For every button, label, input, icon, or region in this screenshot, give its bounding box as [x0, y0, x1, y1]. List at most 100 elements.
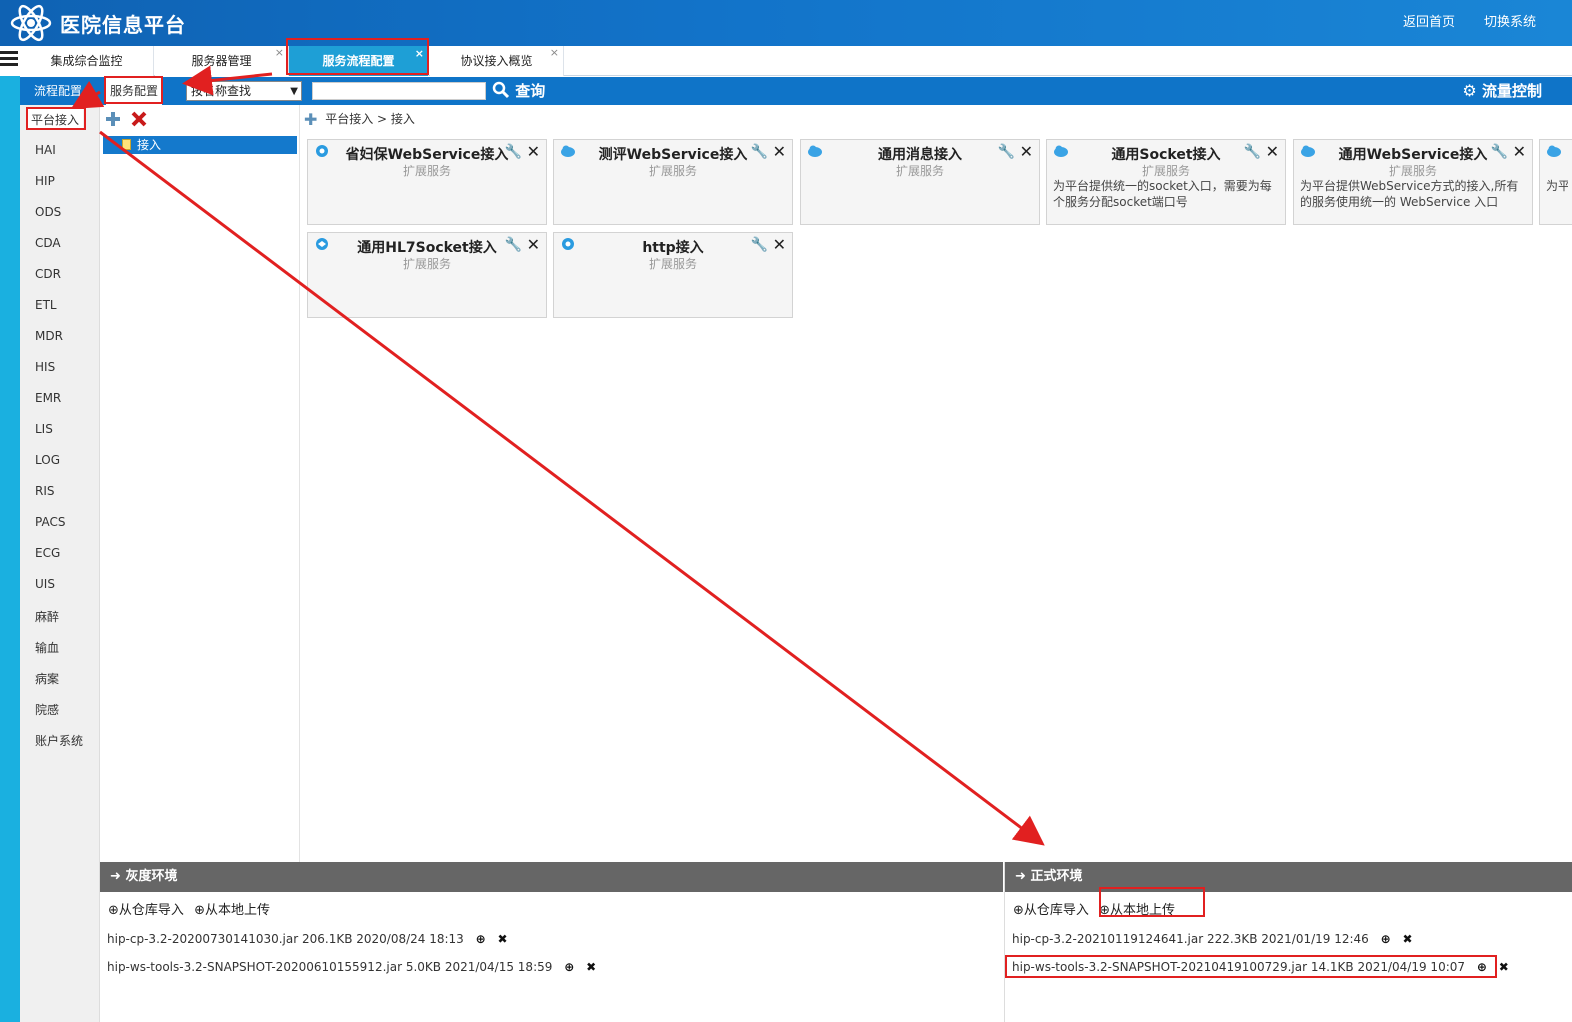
- sidebar-item-platform-access[interactable]: 平台接入: [27, 109, 84, 130]
- tab-server-management[interactable]: 服务器管理 ×: [155, 46, 289, 76]
- query-button[interactable]: 查询: [492, 79, 545, 103]
- tab-bar: 集成综合监控 服务器管理 × 服务流程配置 × 协议接入概览 ×: [20, 46, 1572, 76]
- service-card[interactable]: 通用WebService接入 扩展服务 为平台提供WebService方式的接入…: [1293, 139, 1533, 225]
- sidebar-item-cdr[interactable]: CDR: [35, 267, 61, 281]
- sidebar-item-medical-record[interactable]: 病案: [35, 670, 59, 687]
- card-subtitle: 扩展服务: [402, 164, 451, 178]
- sidebar-item-ods[interactable]: ODS: [35, 205, 61, 219]
- close-icon[interactable]: ✕: [773, 235, 786, 254]
- tab-flow-config[interactable]: 流程配置: [30, 77, 86, 105]
- wrench-icon[interactable]: 🔧: [505, 144, 522, 160]
- menu-icon[interactable]: [0, 48, 18, 70]
- sidebar-item-infection[interactable]: 院感: [35, 701, 59, 718]
- service-card[interactable]: 通用消息接入 扩展服务 🔧 ✕: [800, 139, 1040, 225]
- wrench-icon[interactable]: 🔧: [505, 237, 522, 253]
- wrench-icon[interactable]: 🔧: [1491, 144, 1508, 160]
- file-row: hip-ws-tools-3.2-SNAPSHOT-20210419100729…: [1012, 960, 1509, 974]
- gray-env-title: 灰度环境: [125, 869, 178, 884]
- add-icon[interactable]: ✚: [304, 110, 317, 129]
- service-card[interactable]: 省妇保WebService接入 扩展服务 🔧 ✕: [307, 139, 547, 225]
- wrench-icon[interactable]: 🔧: [998, 144, 1015, 160]
- wrench-icon[interactable]: 🔧: [1244, 144, 1261, 160]
- sidebar-item-account-system[interactable]: 账户系统: [35, 732, 83, 749]
- sidebar-item-emr[interactable]: EMR: [35, 391, 61, 405]
- add-icon[interactable]: [105, 111, 121, 127]
- sidebar-item-transfusion[interactable]: 输血: [35, 639, 59, 656]
- card-subtitle: 扩展服务: [1388, 164, 1437, 178]
- file-info: hip-ws-tools-3.2-SNAPSHOT-20200610155912…: [107, 960, 553, 974]
- flow-control-label: 流量控制: [1481, 82, 1542, 100]
- sidebar-item-hip[interactable]: HIP: [35, 174, 55, 188]
- close-icon[interactable]: ×: [275, 38, 284, 68]
- service-card-partial[interactable]: 为平: [1539, 139, 1572, 225]
- wrench-icon[interactable]: 🔧: [751, 144, 768, 160]
- switch-system-link[interactable]: 切换系统: [1484, 11, 1536, 30]
- service-card[interactable]: http接入 扩展服务 🔧 ✕: [553, 232, 793, 318]
- close-icon[interactable]: ✕: [1266, 142, 1279, 161]
- sidebar-item-log[interactable]: LOG: [35, 453, 60, 467]
- close-icon[interactable]: ✕: [773, 142, 786, 161]
- upload-local-button[interactable]: ⊕从本地上传: [194, 903, 270, 918]
- service-card[interactable]: 测评WebService接入 扩展服务 🔧 ✕: [553, 139, 793, 225]
- sidebar-item-anesthesia[interactable]: 麻醉: [35, 608, 59, 625]
- download-icon[interactable]: ⊕: [564, 960, 574, 974]
- sidebar-item-hai[interactable]: HAI: [35, 143, 56, 157]
- card-subtitle: 扩展服务: [402, 257, 451, 271]
- download-icon[interactable]: ⊕: [476, 932, 486, 946]
- tab-integration-monitor[interactable]: 集成综合监控: [20, 46, 154, 76]
- sidebar-item-uis[interactable]: UIS: [35, 577, 55, 591]
- close-icon[interactable]: ✕: [1020, 142, 1033, 161]
- query-label: 查询: [515, 82, 546, 100]
- close-icon[interactable]: ✕: [527, 142, 540, 161]
- file-row: hip-cp-3.2-20210119124641.jar 222.3KB 20…: [1012, 932, 1413, 946]
- sidebar-item-his[interactable]: HIS: [35, 360, 55, 374]
- sidebar-item-mdr[interactable]: MDR: [35, 329, 63, 343]
- tree-node-access[interactable]: 接入: [103, 136, 297, 154]
- sidebar-item-lis[interactable]: LIS: [35, 422, 53, 436]
- import-from-repo-button[interactable]: ⊕从仓库导入: [108, 903, 184, 918]
- sidebar-item-etl[interactable]: ETL: [35, 298, 57, 312]
- search-mode-select[interactable]: 按名称查找 ▼: [186, 81, 302, 101]
- gray-env-actions: ⊕从仓库导入 ⊕从本地上传: [108, 899, 270, 918]
- service-card[interactable]: 通用Socket接入 扩展服务 为平台提供统一的socket入口，需要为每个服务…: [1046, 139, 1286, 225]
- card-description: 为平: [1546, 179, 1568, 193]
- import-from-repo-button[interactable]: ⊕从仓库导入: [1013, 903, 1089, 918]
- flow-control-button[interactable]: ⚙ 流量控制: [1462, 79, 1542, 103]
- file-info: hip-cp-3.2-20200730141030.jar 206.1KB 20…: [107, 932, 464, 946]
- tree-node-label: 接入: [137, 138, 162, 152]
- home-link[interactable]: 返回首页: [1403, 11, 1455, 30]
- card-subtitle: 扩展服务: [648, 257, 697, 271]
- delete-icon[interactable]: ✖: [1403, 932, 1413, 946]
- close-icon[interactable]: ×: [415, 39, 424, 69]
- service-card[interactable]: 通用HL7Socket接入 扩展服务 🔧 ✕: [307, 232, 547, 318]
- gray-env-panel: ➜ 灰度环境 ⊕从仓库导入 ⊕从本地上传 hip-cp-3.2-20200730…: [100, 862, 1003, 1022]
- close-icon[interactable]: ✕: [1513, 142, 1526, 161]
- upload-local-button[interactable]: ⊕从本地上传: [1099, 903, 1175, 918]
- close-icon[interactable]: ✕: [527, 235, 540, 254]
- sidebar-item-pacs[interactable]: PACS: [35, 515, 65, 529]
- download-icon[interactable]: ⊕: [1381, 932, 1391, 946]
- delete-icon[interactable]: ✖: [586, 960, 596, 974]
- prod-env-actions: ⊕从仓库导入 ⊕从本地上传: [1013, 899, 1175, 918]
- import-label: 从仓库导入: [118, 903, 184, 918]
- tab-service-config[interactable]: 服务配置: [106, 77, 163, 105]
- sidebar-item-cda[interactable]: CDA: [35, 236, 61, 250]
- wrench-icon[interactable]: 🔧: [751, 237, 768, 253]
- tab-protocol-overview[interactable]: 协议接入概览 ×: [430, 46, 564, 76]
- delete-icon[interactable]: [130, 110, 148, 128]
- card-subtitle: 扩展服务: [895, 164, 944, 178]
- tab-service-flow-config[interactable]: 服务流程配置 ×: [289, 46, 429, 76]
- delete-icon[interactable]: ✖: [498, 932, 508, 946]
- sidebar-item-ecg[interactable]: ECG: [35, 546, 60, 560]
- import-label: 从仓库导入: [1023, 903, 1089, 918]
- download-icon[interactable]: ⊕: [1477, 960, 1487, 974]
- sidebar-item-ris[interactable]: RIS: [35, 484, 55, 498]
- file-info: hip-ws-tools-3.2-SNAPSHOT-20210419100729…: [1012, 960, 1466, 974]
- delete-icon[interactable]: ✖: [1499, 960, 1509, 974]
- arrow-circle-icon: ➜: [110, 869, 121, 884]
- prod-env-header: ➜ 正式环境: [1005, 862, 1572, 892]
- search-input[interactable]: [312, 82, 486, 100]
- chevron-down-icon: ▼: [290, 86, 298, 97]
- prod-env-panel: ➜ 正式环境 ⊕从仓库导入 ⊕从本地上传 hip-cp-3.2-20210119…: [1004, 862, 1572, 1022]
- close-icon[interactable]: ×: [550, 38, 559, 68]
